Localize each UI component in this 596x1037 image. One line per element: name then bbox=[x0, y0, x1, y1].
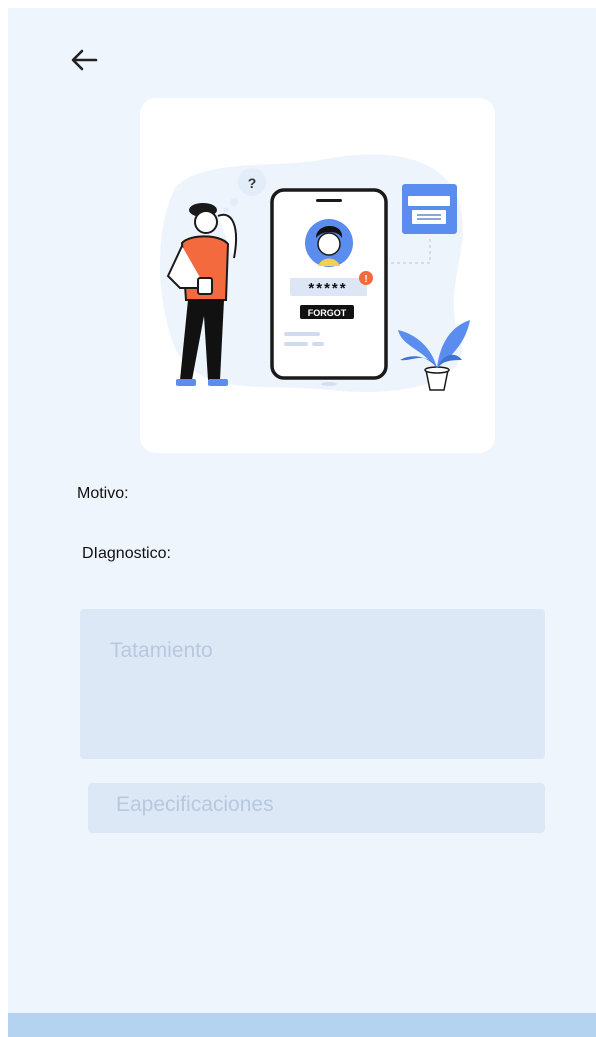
phone-mockup: ***** ! FORGOT bbox=[270, 188, 388, 380]
illustration-card: ? ***** ! FORGOT bbox=[140, 98, 495, 453]
password-mask: ***** bbox=[308, 280, 347, 297]
arrow-left-icon bbox=[71, 49, 98, 71]
back-button[interactable] bbox=[64, 44, 104, 76]
forgot-button-label: FORGOT bbox=[308, 308, 347, 318]
question-mark: ? bbox=[248, 175, 257, 191]
forgot-password-illustration: ? ***** ! FORGOT bbox=[160, 154, 470, 393]
bottom-bar bbox=[8, 1013, 596, 1037]
tratamiento-field[interactable]: Tatamiento bbox=[80, 609, 545, 759]
motivo-label: Motivo: bbox=[77, 485, 129, 502]
alert-mark: ! bbox=[364, 274, 367, 285]
login-card-graphic bbox=[402, 184, 457, 234]
diagnostico-label: DIagnostico: bbox=[82, 545, 171, 562]
especificaciones-placeholder: Eapecificaciones bbox=[116, 793, 274, 816]
especificaciones-field[interactable]: Eapecificaciones bbox=[88, 783, 545, 833]
tratamiento-placeholder: Tatamiento bbox=[110, 639, 213, 662]
